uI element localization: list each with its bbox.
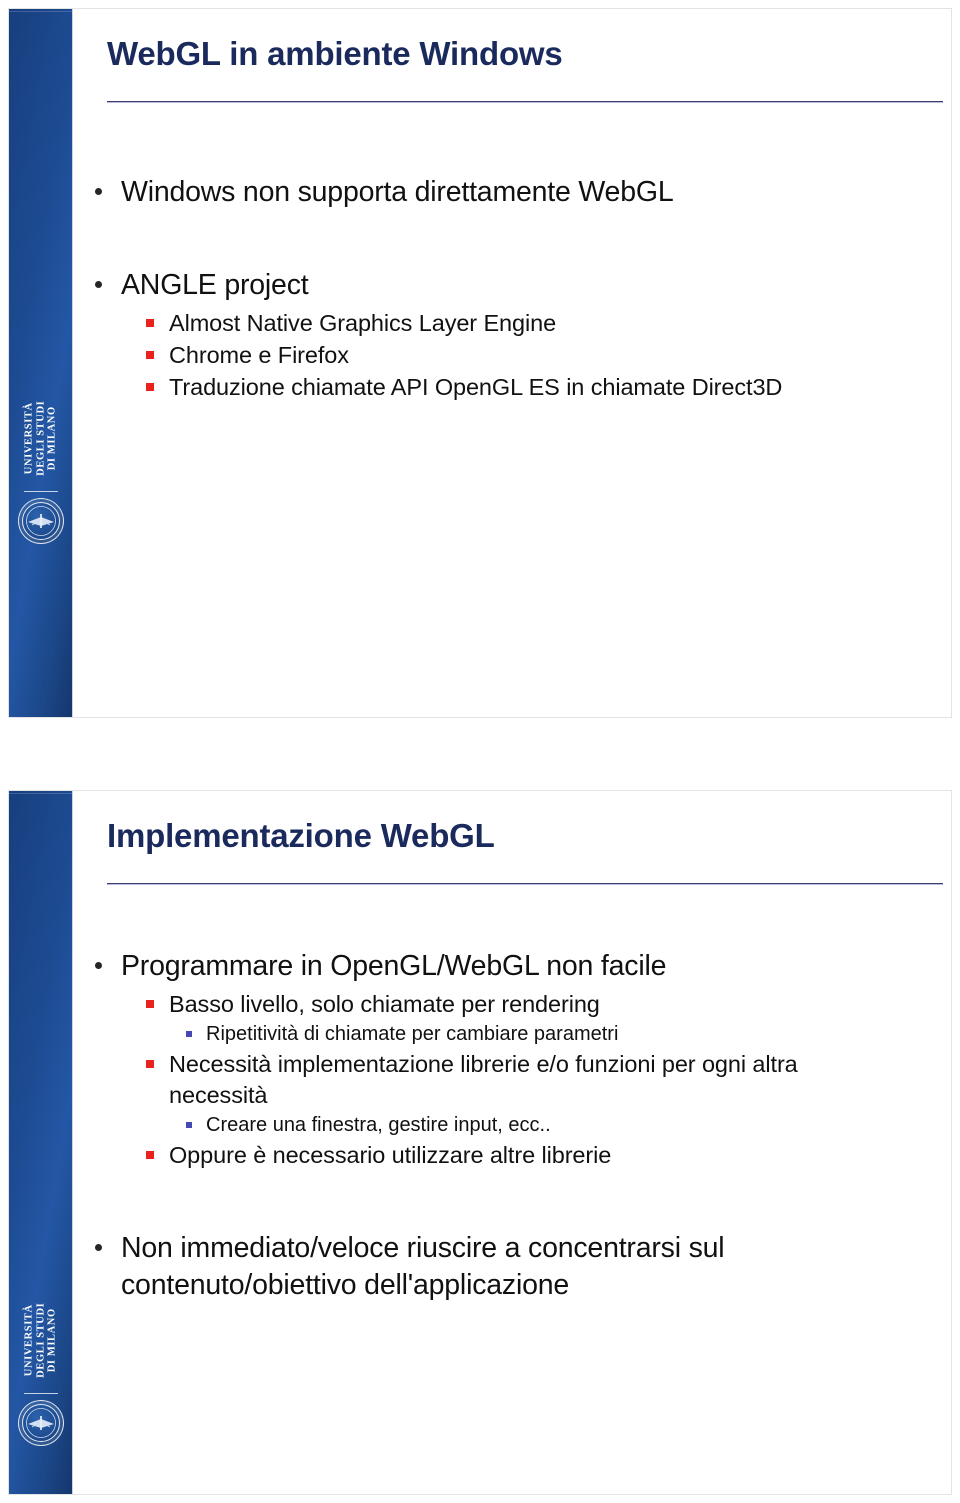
bullet-square-red-icon — [146, 372, 169, 391]
slide-1-title: WebGL in ambiente Windows — [107, 35, 563, 72]
bullet-text: Windows non supporta direttamente WebGL — [121, 176, 674, 208]
logo-line-2: DEGLI STUDI — [35, 1302, 47, 1378]
bullet-text: Non immediato/veloce riuscire a concentr… — [121, 1232, 725, 1301]
slide-deck-page: UNIVERSITÀ DEGLI STUDI DI MILANO WebGL i… — [0, 0, 960, 1503]
bullet-item: Programmare in OpenGL/WebGL non facile — [73, 948, 951, 985]
bullet-square-red-icon — [146, 1140, 169, 1159]
slide-2-title: Implementazione WebGL — [107, 817, 495, 854]
slide-2-left-band: UNIVERSITÀ DEGLI STUDI DI MILANO — [9, 791, 73, 1494]
bullet-text: Necessità implementazione librerie e/o f… — [169, 1051, 798, 1108]
bullet-square-red-icon — [146, 340, 169, 359]
bullet-dot-icon — [95, 948, 121, 969]
logo-line-3: DI MILANO — [46, 1307, 58, 1373]
slide-1-left-band: UNIVERSITÀ DEGLI STUDI DI MILANO — [9, 9, 73, 717]
bullet-item: Almost Native Graphics Layer Engine — [73, 308, 951, 339]
bullet-square-blue-icon — [186, 1021, 206, 1037]
bullet-text: Traduzione chiamate API OpenGL ES in chi… — [169, 374, 783, 400]
bullet-text: Basso livello, solo chiamate per renderi… — [169, 991, 600, 1017]
bullet-text: Almost Native Graphics Layer Engine — [169, 310, 557, 336]
slide-2-bullet-list: Programmare in OpenGL/WebGL non facile B… — [73, 948, 951, 1308]
bullet-text: ANGLE project — [121, 269, 309, 301]
slide-2-content: Implementazione WebGL Programmare in Ope… — [73, 791, 951, 1494]
bullet-square-red-icon — [146, 308, 169, 327]
bullet-dot-icon — [95, 267, 121, 288]
bullet-text: Ripetitività di chiamate per cambiare pa… — [206, 1023, 619, 1045]
logo-line-3: DI MILANO — [46, 405, 58, 471]
logo-divider — [24, 1393, 58, 1394]
slide-1: UNIVERSITÀ DEGLI STUDI DI MILANO WebGL i… — [8, 8, 952, 718]
band-highlight-line — [9, 793, 72, 794]
bullet-text: Oppure è necessario utilizzare altre lib… — [169, 1142, 612, 1168]
bullet-item: Windows non supporta direttamente WebGL — [73, 174, 951, 211]
bullet-item: ANGLE project — [73, 267, 951, 304]
bullet-text: Programmare in OpenGL/WebGL non facile — [121, 950, 667, 982]
bullet-item: Necessità implementazione librerie e/o f… — [73, 1049, 951, 1111]
logo-text-block: UNIVERSITÀ DEGLI STUDI DI MILANO — [18, 389, 64, 487]
bullet-square-red-icon — [146, 1049, 169, 1068]
logo-line-2: DEGLI STUDI — [35, 400, 47, 476]
bullet-item: Ripetitività di chiamate per cambiare pa… — [73, 1021, 951, 1048]
bullet-item: Traduzione chiamate API OpenGL ES in chi… — [73, 372, 951, 403]
bullet-item: Chrome e Firefox — [73, 340, 951, 371]
university-logo-slide-2: UNIVERSITÀ DEGLI STUDI DI MILANO — [9, 1291, 73, 1446]
logo-divider — [24, 491, 58, 492]
university-seal-icon — [18, 1400, 64, 1446]
bullet-dot-icon — [95, 1230, 121, 1251]
university-seal-icon — [18, 498, 64, 544]
bullet-text: Chrome e Firefox — [169, 342, 349, 368]
bullet-item: Oppure è necessario utilizzare altre lib… — [73, 1140, 951, 1171]
slide-2-title-rule — [107, 883, 943, 885]
university-logo-slide-1: UNIVERSITÀ DEGLI STUDI DI MILANO — [9, 389, 73, 544]
bullet-square-blue-icon — [186, 1112, 206, 1128]
bullet-item: Non immediato/veloce riuscire a concentr… — [73, 1230, 951, 1304]
logo-text-block: UNIVERSITÀ DEGLI STUDI DI MILANO — [18, 1291, 64, 1389]
bullet-item: Creare una finestra, gestire input, ecc.… — [73, 1112, 951, 1139]
logo-line-1: UNIVERSITÀ — [23, 1304, 35, 1376]
slide-1-content: WebGL in ambiente Windows Windows non su… — [73, 9, 951, 717]
bullet-text: Creare una finestra, gestire input, ecc.… — [206, 1114, 551, 1136]
slide-2: UNIVERSITÀ DEGLI STUDI DI MILANO Impleme… — [8, 790, 952, 1495]
bullet-square-red-icon — [146, 989, 169, 1008]
slide-1-title-rule — [107, 101, 943, 103]
logo-text-rotated: UNIVERSITÀ DEGLI STUDI DI MILANO — [24, 400, 59, 475]
slide-1-bullet-list: Windows non supporta direttamente WebGL … — [73, 174, 951, 404]
logo-line-1: UNIVERSITÀ — [23, 402, 35, 474]
logo-text-rotated: UNIVERSITÀ DEGLI STUDI DI MILANO — [24, 1302, 59, 1377]
bullet-dot-icon — [95, 174, 121, 195]
bullet-item: Basso livello, solo chiamate per renderi… — [73, 989, 951, 1020]
band-highlight-line — [9, 11, 72, 12]
